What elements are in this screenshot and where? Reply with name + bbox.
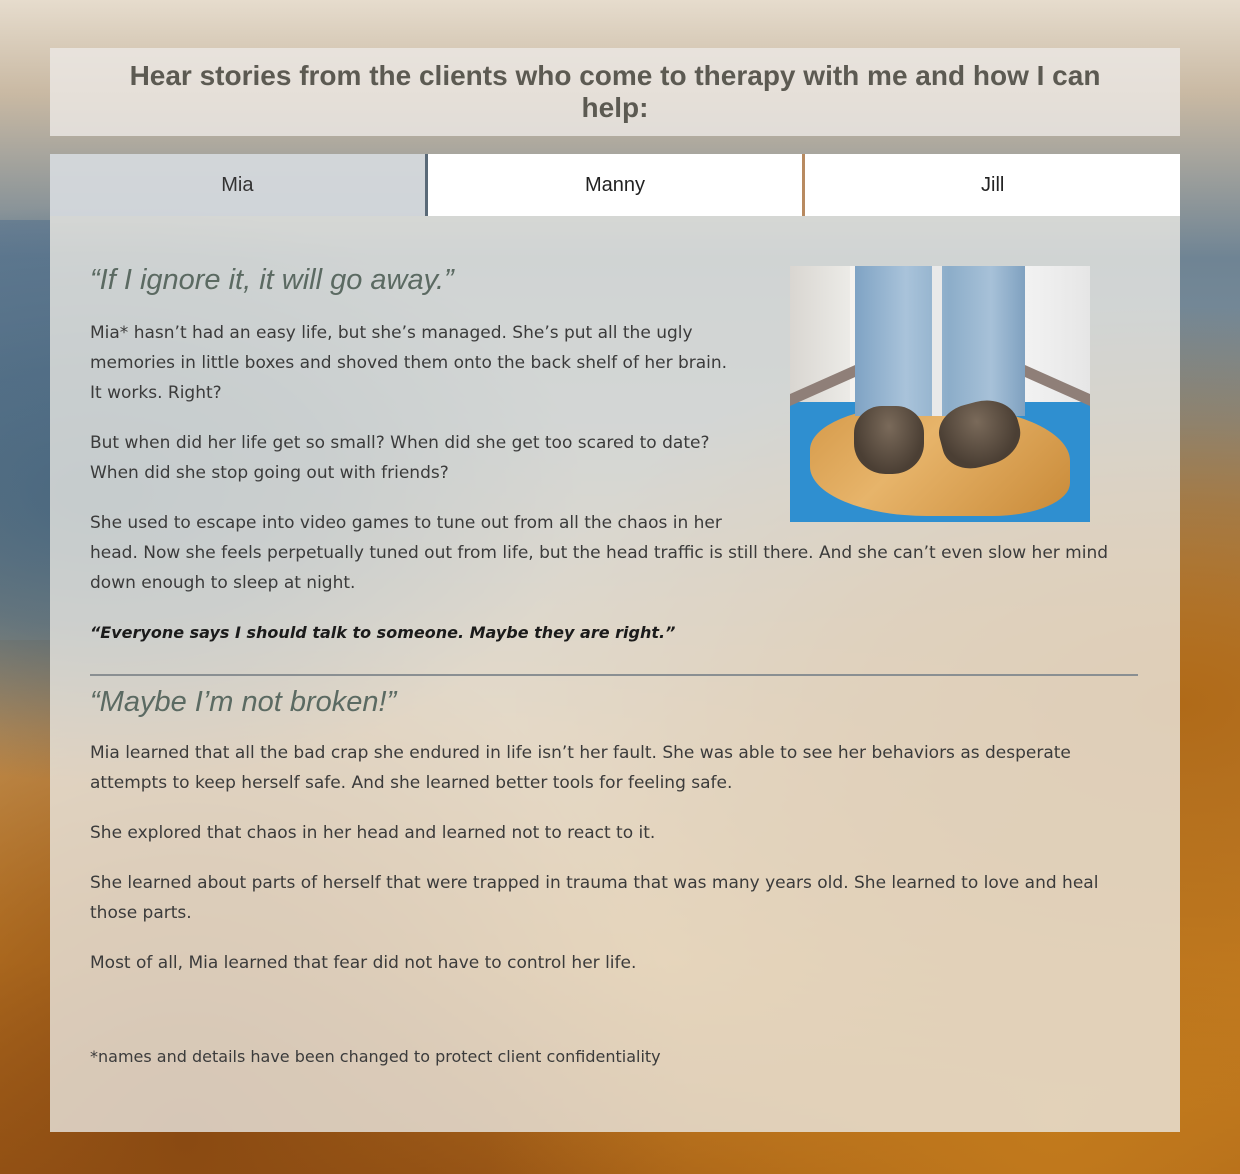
page-header: Hear stories from the clients who come t…	[50, 48, 1180, 136]
confidentiality-footnote: *names and details have been changed to …	[90, 1047, 661, 1066]
client-tabs: Mia Manny Jill	[50, 154, 1181, 216]
page-title: Hear stories from the clients who come t…	[129, 60, 1101, 123]
section2-paragraph: Mia learned that all the bad crap she en…	[90, 743, 1071, 793]
image-shoe-left	[854, 406, 924, 474]
tab-mia[interactable]: Mia	[50, 154, 428, 216]
background-decoration	[0, 220, 50, 640]
person-in-corner-image	[790, 266, 1090, 522]
tab-jill[interactable]: Jill	[805, 154, 1181, 216]
section2-paragraph: She learned about parts of herself that …	[90, 873, 1099, 923]
section2-paragraph: She explored that chaos in her head and …	[90, 823, 656, 843]
section-divider	[90, 674, 1138, 676]
story-panel: “If I ignore it, it will go away.” Mia* …	[50, 216, 1180, 1132]
image-leg-gap	[932, 266, 942, 416]
section1-paragraph: But when did her life get so small? When…	[90, 433, 710, 483]
section1-paragraph: Mia* hasn’t had an easy life, but she’s …	[90, 323, 728, 403]
section2-heading: “Maybe I’m not broken!”	[90, 686, 397, 718]
section1-emphasis: “Everyone says I should talk to someone.…	[90, 623, 676, 642]
tab-manny[interactable]: Manny	[427, 154, 806, 216]
section2-paragraph: Most of all, Mia learned that fear did n…	[90, 953, 637, 973]
